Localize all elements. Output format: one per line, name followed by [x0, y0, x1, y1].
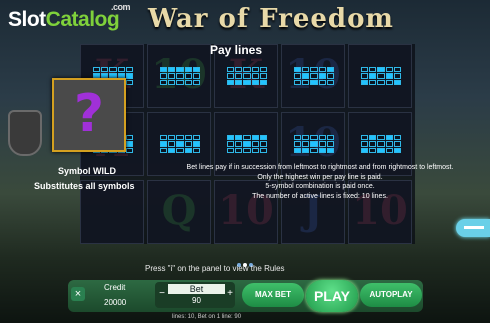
- wild-description: Substitutes all symbols: [34, 181, 135, 191]
- payline-pattern-icon: [227, 135, 267, 153]
- rule-line: The number of active lines is fixed: 10 …: [252, 192, 388, 200]
- payline-pattern-icon: [227, 67, 267, 85]
- status-bar: lines: 10, Bet on 1 line: 90: [172, 314, 242, 320]
- payline-pattern-icon: [361, 135, 401, 153]
- rules-hint: Press "i" on the panel to view the Rules: [145, 264, 285, 273]
- game-title: War of Freedom: [148, 4, 394, 34]
- reel-cell: 10: [281, 44, 345, 108]
- wild-symbol-icon: ?: [52, 78, 126, 152]
- credit-value: 20000: [104, 298, 127, 307]
- autoplay-button[interactable]: AUTOPLAY: [360, 283, 422, 307]
- payline-pattern-icon: [294, 135, 334, 153]
- shield-decoration: [8, 110, 42, 156]
- paylines-title: Pay lines: [210, 43, 263, 57]
- rule-line: Bet lines pay if in succession from left…: [186, 164, 454, 171]
- reel-cell: 10: [147, 44, 211, 108]
- bet-decrease-button[interactable]: −: [157, 288, 167, 299]
- payline-pattern-icon: [160, 67, 200, 85]
- rules-text: Bet lines pay if in succession from left…: [160, 163, 480, 201]
- max-bet-button[interactable]: MAX BET: [242, 283, 304, 307]
- payline-pattern-icon: [361, 67, 401, 85]
- credit-label: Credit: [104, 283, 126, 292]
- play-button[interactable]: PLAY: [306, 280, 358, 312]
- bet-label: Bet: [168, 284, 225, 294]
- slotcatalog-logo: SlotCatalog .com: [8, 2, 131, 31]
- payline-pattern-icon: [160, 135, 200, 153]
- rule-line: Only the highest win per pay line is pai…: [257, 173, 383, 181]
- close-button[interactable]: ×: [71, 287, 85, 301]
- reel-grid: K10K10A10Q10J10: [80, 44, 415, 244]
- reel-cell: [348, 44, 412, 108]
- rule-line: 5-symbol combination is paid once.: [265, 183, 375, 190]
- wild-title: Symbol WILD: [58, 166, 116, 176]
- next-page-arrow-button[interactable]: [456, 219, 490, 237]
- bet-value: 90: [192, 296, 201, 305]
- payline-pattern-icon: [294, 67, 334, 85]
- bet-increase-button[interactable]: +: [225, 288, 235, 299]
